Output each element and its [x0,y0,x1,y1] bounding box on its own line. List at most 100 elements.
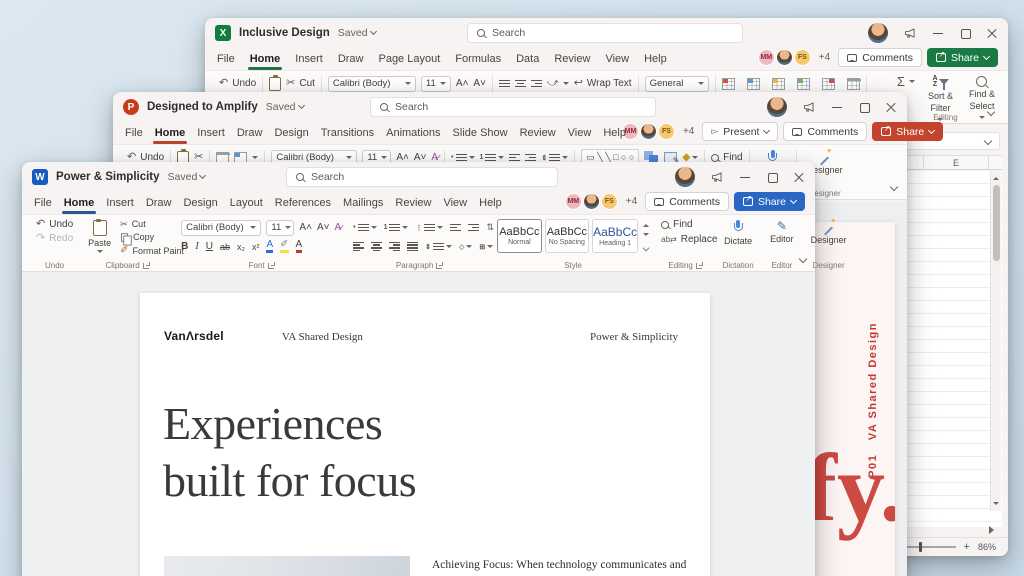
word-tab-file[interactable]: File [34,197,52,211]
word-format-painter-button[interactable]: ✐ Format Paint [120,245,184,256]
align-top-icon[interactable] [498,79,510,88]
word-paste-button[interactable]: Paste [85,218,114,257]
excel-number-format-select[interactable]: General [644,75,709,92]
excel-tab-draw[interactable]: Draw [338,53,364,67]
excel-tab-review[interactable]: Review [554,53,590,67]
ppt-tab-draw[interactable]: Draw [237,127,263,141]
close-button[interactable] [885,101,897,113]
scrollbar-thumb[interactable] [993,185,1000,261]
excel-user-avatar[interactable] [868,23,888,43]
autosum-button[interactable]: Σ [897,75,915,88]
excel-undo-button[interactable]: ↶ Undo [219,78,256,90]
ppt-search-input[interactable]: Search [370,97,656,117]
close-button[interactable] [793,171,805,183]
word-font-size-select[interactable]: 11 [266,219,295,236]
grow-font-button[interactable]: A˄ [456,78,469,89]
ribbon-collapse-icon[interactable] [889,182,899,192]
borders-icon[interactable]: ⊞ [479,242,494,251]
maximize-button[interactable] [766,171,778,183]
ppt-present-button[interactable]: ▻ Present [702,122,779,141]
style-normal[interactable]: AaBbCc Normal [497,219,542,253]
zoom-level[interactable]: 86% [978,542,996,552]
collaborator-avatar-mm[interactable]: MM [564,193,582,210]
scroll-up-icon[interactable] [993,174,999,180]
collaborator-avatar-fs[interactable]: FS [657,123,675,140]
highlight-button[interactable]: ✐ [280,240,289,253]
word-tab-home[interactable]: Home [61,197,96,214]
word-tab-mailings[interactable]: Mailings [343,197,383,211]
ppt-saved-status[interactable]: Saved [266,101,305,113]
excel-tab-view[interactable]: View [605,53,629,67]
word-copy-button[interactable]: Copy [120,232,184,245]
align-middle-icon[interactable] [514,79,526,88]
clear-formatting-button[interactable]: A̷ [334,222,341,233]
styles-scroll-up-icon[interactable] [643,221,650,227]
ppt-tab-insert[interactable]: Insert [197,127,225,141]
word-document-page[interactable]: VanΛrsdel VA Shared Design Power & Simpl… [140,293,710,576]
superscript-button[interactable]: x² [252,242,260,252]
collaborator-avatar-photo[interactable] [639,123,657,140]
excel-font-size-select[interactable]: 11 [420,75,451,92]
cell-styles-icon[interactable] [771,77,785,90]
collaborator-overflow-count[interactable]: +4 [819,52,830,63]
word-dictate-button[interactable]: Dictate [721,219,755,247]
shrink-font-button[interactable]: A˅ [317,222,330,233]
ppt-tab-transitions[interactable]: Transitions [321,127,374,141]
format-as-table-icon[interactable] [746,77,760,90]
numbering-icon[interactable]: 1 [384,223,409,232]
feedback-megaphone-icon[interactable] [710,171,724,184]
minimize-button[interactable] [739,171,751,183]
word-tab-view[interactable]: View [443,197,467,211]
numbering-icon[interactable]: 1 [480,153,505,162]
excel-column-header-e[interactable]: E [923,156,989,169]
excel-tab-file[interactable]: File [217,53,235,67]
close-button[interactable] [986,27,998,39]
excel-vertical-scrollbar[interactable] [990,171,1001,511]
ppt-tab-design[interactable]: Design [274,127,308,141]
word-font-name-select[interactable]: Calibri (Body) [181,219,262,236]
word-tab-insert[interactable]: Insert [106,197,134,211]
excel-tab-help[interactable]: Help [644,53,667,67]
zoom-in-icon[interactable]: + [964,541,970,553]
word-cut-button[interactable]: ✂ Cut [120,219,184,229]
excel-saved-status[interactable]: Saved [338,27,377,39]
orientation-button[interactable]: ⤻ [547,78,569,89]
formula-bar-expand-icon[interactable] [983,136,993,146]
ppt-tab-slide-show[interactable]: Slide Show [453,127,508,141]
word-tab-layout[interactable]: Layout [230,197,263,211]
italic-button[interactable]: I [195,241,198,252]
text-effects-button[interactable]: A [266,240,274,253]
excel-cut-button[interactable]: ✂ Cut [286,78,315,90]
conditional-formatting-icon[interactable] [721,77,735,90]
increase-indent-icon[interactable] [468,223,480,232]
format-cells-icon[interactable] [846,77,861,90]
align-bottom-icon[interactable] [530,79,542,88]
word-share-button[interactable]: Share [733,192,805,211]
excel-tab-data[interactable]: Data [516,53,539,67]
excel-search-input[interactable]: Search [467,23,743,43]
maximize-button[interactable] [959,27,971,39]
word-replace-button[interactable]: ab⇄ Replace [661,234,717,245]
word-tab-design[interactable]: Design [183,197,217,211]
excel-tab-home[interactable]: Home [247,53,282,70]
minimize-button[interactable] [932,27,944,39]
dialog-launcher-icon[interactable] [436,261,444,269]
maximize-button[interactable] [858,101,870,113]
scroll-right-icon[interactable] [989,526,998,534]
word-find-button[interactable]: Find [661,219,709,230]
decrease-indent-icon[interactable] [450,223,462,232]
ppt-tab-help[interactable]: Help [603,127,626,141]
decrease-indent-icon[interactable] [509,153,521,162]
ppt-tab-view[interactable]: View [568,127,592,141]
increase-indent-icon[interactable] [525,153,537,162]
excel-tab-insert[interactable]: Insert [295,53,323,67]
subscript-button[interactable]: x₂ [237,242,245,252]
feedback-megaphone-icon[interactable] [802,101,816,114]
styles-more-icon[interactable] [642,244,650,252]
word-editor-button[interactable]: ✎ Editor [767,219,797,245]
collaborator-avatar-photo[interactable] [582,193,600,210]
delete-cells-icon[interactable] [821,77,835,90]
font-color-button[interactable]: A [295,240,303,253]
bullets-icon[interactable]: • [451,153,475,162]
excel-font-name-select[interactable]: Calibri (Body) [327,75,416,92]
